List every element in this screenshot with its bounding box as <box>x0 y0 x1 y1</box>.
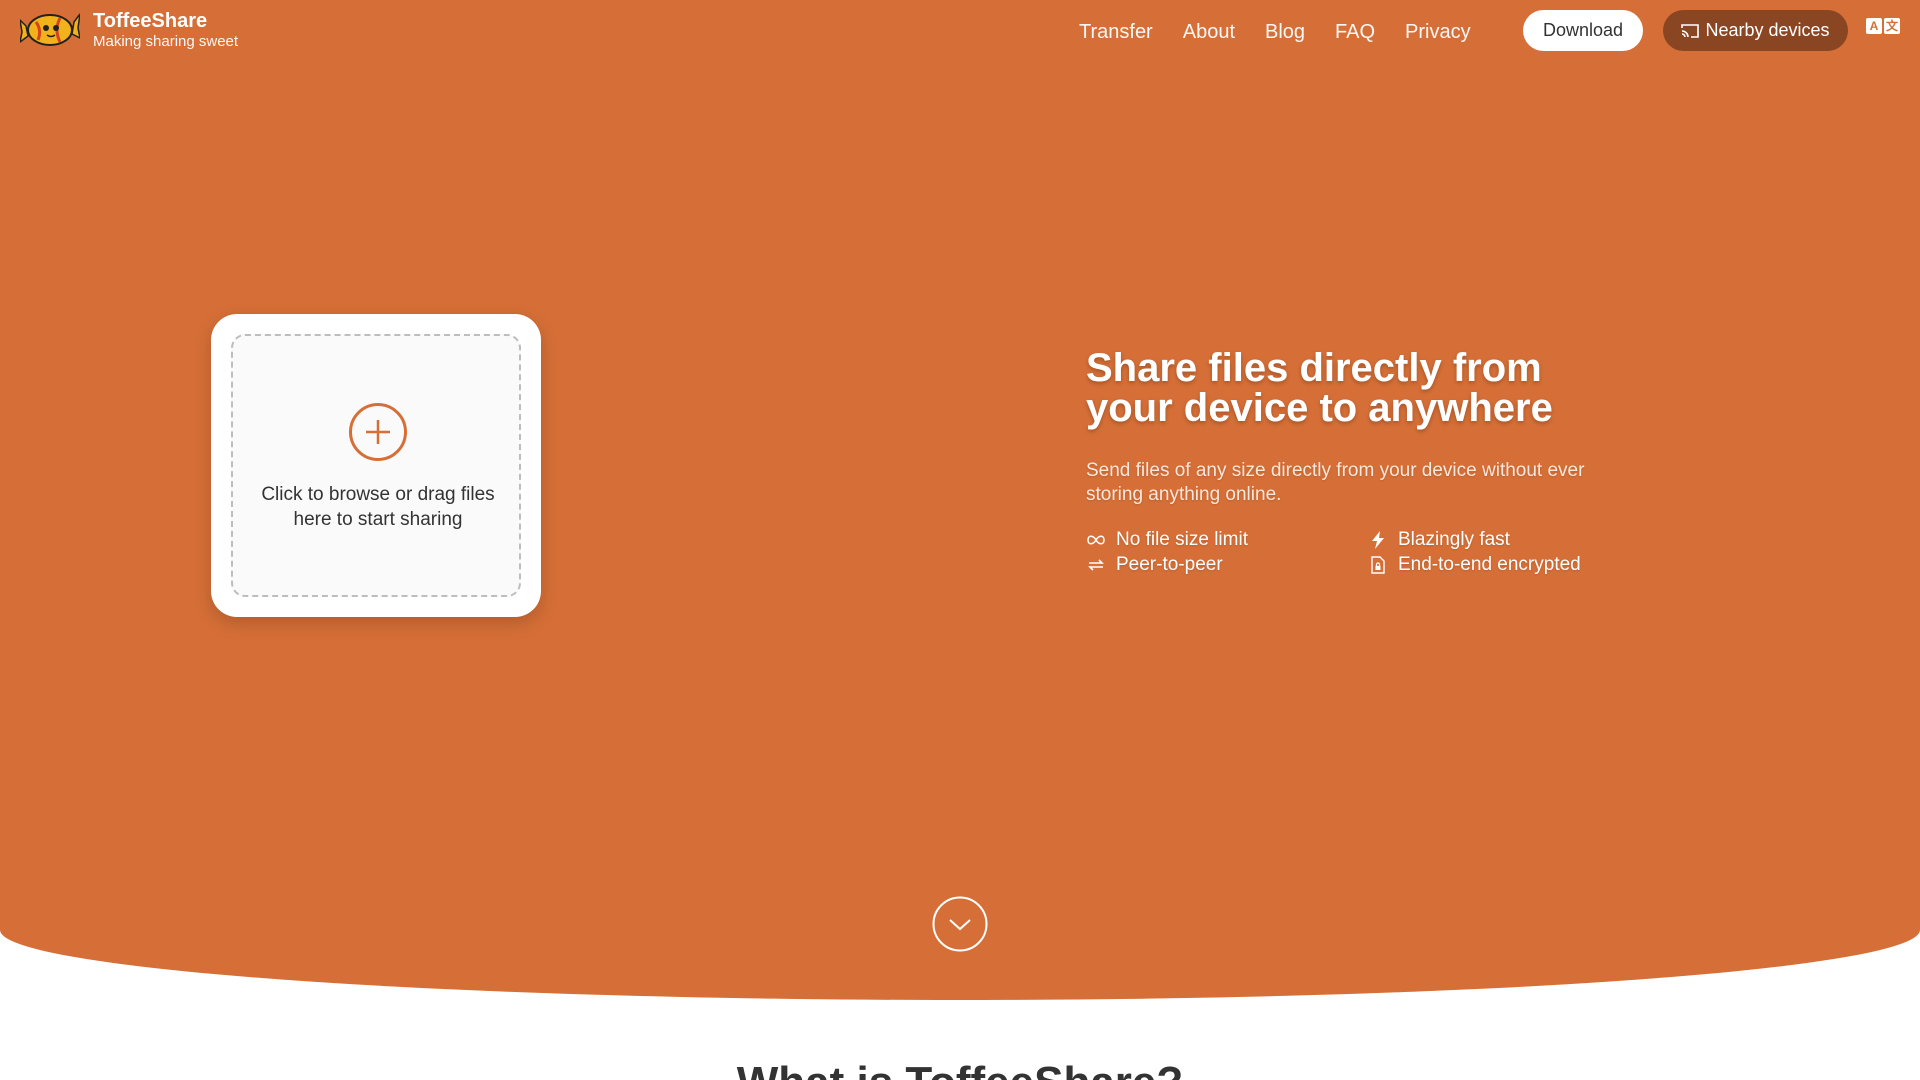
language-button[interactable]: A 文 <box>1866 18 1902 38</box>
translate-icon-alt: 文 <box>1884 18 1900 34</box>
nav-faq[interactable]: FAQ <box>1335 19 1375 45</box>
nav-privacy[interactable]: Privacy <box>1405 19 1471 45</box>
translate-icon: A <box>1866 18 1882 34</box>
feature-label: Blazingly fast <box>1398 529 1510 550</box>
add-file-icon <box>349 403 407 461</box>
file-dropzone[interactable]: Click to browse or drag files here to st… <box>231 334 521 597</box>
top-header: ToffeeShare Making sharing sweet Transfe… <box>0 0 1920 64</box>
feature-label: Peer-to-peer <box>1116 554 1223 575</box>
nearby-devices-button[interactable]: Nearby devices <box>1663 10 1848 51</box>
toffee-logo-icon <box>20 13 80 46</box>
feature-item: Blazingly fast <box>1368 528 1646 551</box>
download-button[interactable]: Download <box>1523 10 1643 51</box>
brand-name: ToffeeShare <box>93 10 208 32</box>
nav-about[interactable]: About <box>1183 19 1235 45</box>
hero-headline: Share files directly from your device to… <box>1086 346 1553 430</box>
nav-blog[interactable]: Blog <box>1265 19 1305 45</box>
feature-item: End-to-end encrypted <box>1368 553 1646 576</box>
nav-transfer[interactable]: Transfer <box>1079 19 1153 45</box>
section-title: What is ToffeeShare? <box>0 1058 1920 1080</box>
feature-item: No file size limit <box>1086 528 1368 551</box>
feature-item: Peer-to-peer <box>1086 553 1368 576</box>
bolt-icon <box>1368 530 1388 550</box>
scroll-down-button[interactable] <box>932 896 988 952</box>
dropzone-text: Click to browse or drag files here to st… <box>261 484 495 530</box>
brand-tagline: Making sharing sweet <box>93 33 239 50</box>
feature-list: No file size limit Blazingly fast Peer-t… <box>1086 528 1646 576</box>
brand-text: ToffeeShare Making sharing sweet <box>93 9 238 51</box>
swap-icon <box>1086 555 1106 575</box>
main-nav: Transfer About Blog FAQ Privacy <box>1079 19 1501 45</box>
brand-logo-link[interactable]: ToffeeShare Making sharing sweet <box>20 8 238 52</box>
feature-label: End-to-end encrypted <box>1398 554 1581 575</box>
cast-icon <box>1681 23 1700 38</box>
chevron-down-icon <box>932 896 988 952</box>
hero-subtext: Send files of any size directly from you… <box>1086 460 1585 505</box>
infinity-icon <box>1086 530 1106 550</box>
upload-card: Click to browse or drag files here to st… <box>211 314 541 617</box>
nearby-devices-label: Nearby devices <box>1705 20 1830 40</box>
feature-label: No file size limit <box>1116 529 1248 550</box>
lock-file-icon <box>1368 555 1388 575</box>
